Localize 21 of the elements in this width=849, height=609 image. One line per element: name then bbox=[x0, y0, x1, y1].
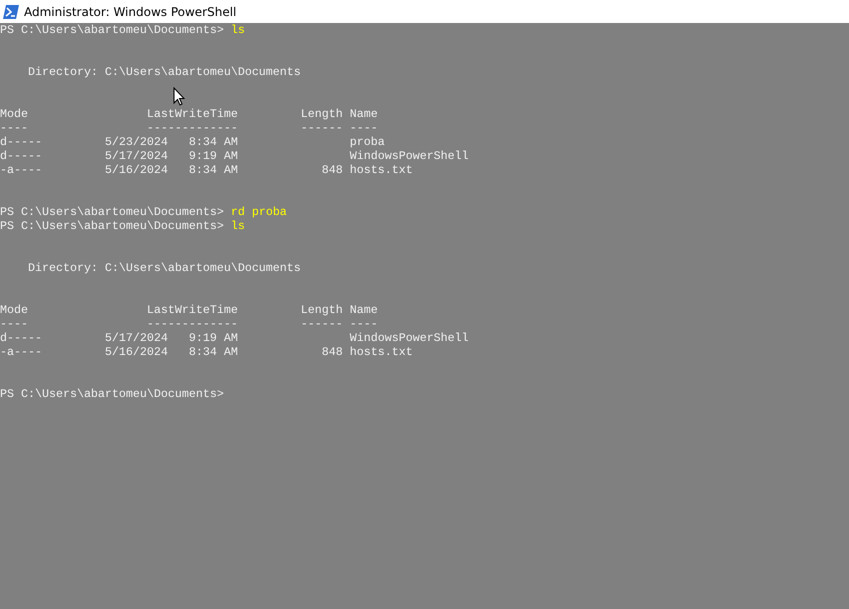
mouse-pointer-icon bbox=[173, 87, 185, 106]
command: ls bbox=[230, 219, 245, 233]
console-output: Mode LastWriteTime Length Name bbox=[0, 303, 378, 317]
powershell-icon bbox=[3, 4, 19, 18]
prompt: PS C:\Users\abartomeu\Documents> bbox=[0, 23, 225, 37]
console-output: -a---- 5/16/2024 8:34 AM 848 hosts.txt bbox=[0, 345, 413, 359]
console-output: d----- 5/23/2024 8:34 AM proba bbox=[0, 135, 385, 149]
window-title: Administrator: Windows PowerShell bbox=[24, 4, 236, 18]
console-output: d----- 5/17/2024 9:19 AM WindowsPowerShell bbox=[0, 331, 469, 345]
console-output: ---- ------------- ------ ---- bbox=[0, 121, 378, 135]
prompt: PS C:\Users\abartomeu\Documents> bbox=[0, 219, 225, 233]
console-output: -a---- 5/16/2024 8:34 AM 848 hosts.txt bbox=[0, 163, 413, 177]
console-output: Directory: C:\Users\abartomeu\Documents bbox=[26, 65, 301, 79]
command: rd proba bbox=[230, 205, 287, 219]
prompt: PS C:\Users\abartomeu\Documents> bbox=[0, 205, 225, 219]
command: ls bbox=[230, 23, 245, 37]
console-output: Directory: C:\Users\abartomeu\Documents bbox=[26, 261, 301, 275]
console-output: ---- ------------- ------ ---- bbox=[0, 317, 378, 331]
console-output: d----- 5/17/2024 9:19 AM WindowsPowerShell bbox=[0, 149, 469, 163]
console-output: Mode LastWriteTime Length Name bbox=[0, 107, 378, 121]
prompt: PS C:\Users\abartomeu\Documents> bbox=[0, 387, 224, 401]
